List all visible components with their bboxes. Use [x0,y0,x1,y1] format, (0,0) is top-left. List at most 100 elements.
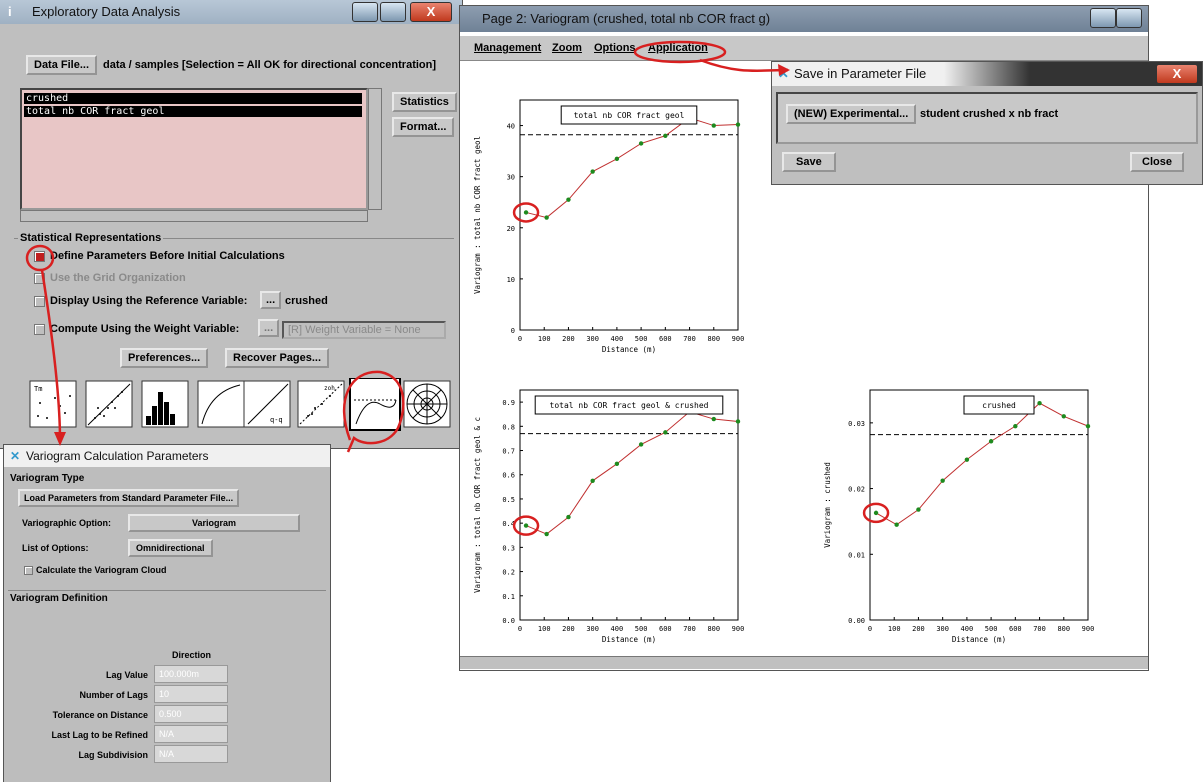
lag-value-field[interactable]: 100.000m [154,665,228,683]
y-tick-label: 0.02 [848,486,865,494]
minimize-button[interactable] [352,2,378,22]
save-dialog: ✕ Save in Parameter File X (NEW) Experim… [772,62,1202,184]
y-tick-label: 0.9 [502,399,515,407]
eda-titlebar[interactable]: i Exploratory Data Analysis X [0,0,462,24]
x-tick-label: 900 [732,335,745,343]
data-point [964,457,970,462]
h-scatter-icon[interactable]: zoh [297,380,345,428]
basemap-icon[interactable]: Tm [29,380,77,428]
histogram-icon[interactable] [141,380,189,428]
data-point [663,430,668,435]
reference-variable-label: Display Using the Reference Variable: [50,295,248,307]
data-point [1037,400,1042,406]
x-tick-label: 800 [707,335,720,343]
data-point [894,522,899,527]
y-tick-label: 0.1 [502,593,515,601]
weight-variable-button[interactable]: ... [258,319,280,337]
y-tick-label: 40 [507,123,515,131]
y-tick-label: 10 [507,276,515,284]
data-point [544,215,549,220]
y-tick-label: 0.3 [502,544,515,552]
y-tick-label: 0 [511,327,515,335]
variographic-option-select[interactable]: Variogram [128,514,300,532]
weight-variable-checkbox[interactable] [34,324,45,335]
legend-label: total nb COR fract geol [574,111,685,120]
list-vertical-scrollbar[interactable] [368,88,382,210]
menu-management[interactable]: Management [474,42,541,54]
y-tick-label: 30 [507,174,515,182]
vario-params-titlebar[interactable]: ✕ Variogram Calculation Parameters [4,445,330,467]
define-params-checkbox[interactable] [34,251,45,262]
new-experimental-button[interactable]: (NEW) Experimental... [786,104,917,124]
lag-subdivision-field[interactable]: N/A [154,745,228,763]
close-button[interactable]: X [410,2,452,22]
weight-variable-label: Compute Using the Weight Variable: [50,323,240,335]
data-point [1061,414,1066,419]
reference-variable-button[interactable]: ... [260,291,282,309]
y-tick-label: 0.0 [502,617,515,625]
page2-menubar: Management Zoom Options Application [460,36,1148,61]
page2-titlebar[interactable]: Page 2: Variogram (crushed, total nb COR… [460,6,1148,32]
data-path-label: data / samples [Selection = All OK for d… [103,59,437,71]
list-of-options-select[interactable]: Omnidirectional [128,539,213,557]
list-of-options-label: List of Options: [22,543,89,553]
preferences-button[interactable]: Preferences... [120,348,209,368]
x-tick-label: 0 [518,335,522,343]
save-button[interactable]: Save [782,152,836,172]
minimize-button[interactable] [1090,8,1116,28]
x-tick-label: 700 [683,625,696,633]
y-axis-label: Variogram : total nb COR fract geol & c [473,417,482,593]
list-item[interactable]: crushed [24,93,362,104]
maximize-button[interactable] [1116,8,1142,28]
list-item[interactable]: total nb COR fract geol [24,106,362,117]
variable-list[interactable]: crushed total nb COR fract geol [20,88,368,210]
menu-zoom[interactable]: Zoom [552,42,582,54]
list-horizontal-scrollbar[interactable] [20,210,368,222]
data-point [1013,423,1018,429]
data-point [523,210,529,215]
x-tick-label: 200 [912,625,925,633]
close-x-button[interactable]: X [1156,64,1198,84]
save-titlebar[interactable]: ✕ Save in Parameter File X [772,62,1202,86]
data-file-button[interactable]: Data File... [26,55,98,75]
y-tick-label: 0.00 [848,617,865,625]
data-point [711,416,716,422]
data-point [614,156,620,161]
x-tick-label: 500 [635,335,648,343]
data-point [566,197,571,202]
x-tick-label: 300 [586,625,599,633]
variogram-map-icon[interactable] [403,380,451,428]
statistics-button[interactable]: Statistics [392,92,457,112]
variogram-icon[interactable] [349,378,401,431]
x-tick-label: 100 [538,625,551,633]
reference-variable-checkbox[interactable] [34,296,45,307]
load-parameters-button[interactable]: Load Parameters from Standard Parameter … [18,489,240,507]
maximize-button[interactable] [380,2,406,22]
variogram-cloud-label: Calculate the Variogram Cloud [36,565,167,575]
data-point [711,123,716,128]
close-button[interactable]: Close [1130,152,1184,172]
y-tick-label: 0.6 [502,472,515,480]
x-tick-label: 400 [611,625,624,633]
variogram-cloud-checkbox[interactable] [24,566,33,575]
y-axis-label: Variogram : crushed [823,462,832,548]
menu-options[interactable]: Options [594,42,636,54]
menu-application[interactable]: Application [648,42,708,54]
format-button[interactable]: Format... [392,117,455,137]
cumulative-curve-icon[interactable] [197,380,245,428]
last-lag-field[interactable]: N/A [154,725,228,743]
recover-pages-button[interactable]: Recover Pages... [225,348,330,368]
qq-plot-icon[interactable]: q-q [243,380,291,428]
data-point [544,531,549,537]
data-point [1085,423,1091,429]
x-tick-label: 700 [1033,625,1046,633]
svg-text:zoh: zoh [324,385,335,392]
x-tick-label: 500 [635,625,648,633]
x-logo-icon: ✕ [10,449,21,463]
lag-subdivision-label: Lag Subdivision [78,750,148,760]
number-of-lags-field[interactable]: 10 [154,685,228,703]
data-point [590,478,595,483]
tolerance-field[interactable]: 0.500 [154,705,228,723]
y-tick-label: 0.5 [502,496,515,504]
scatter-plot-icon[interactable] [85,380,133,428]
